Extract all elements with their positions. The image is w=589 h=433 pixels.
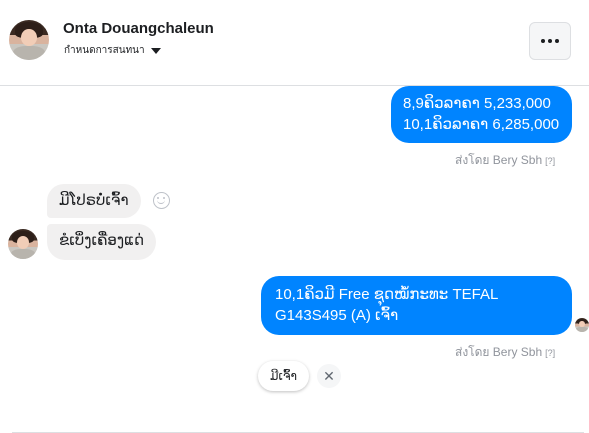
contact-avatar[interactable] <box>9 20 49 60</box>
smiley-icon[interactable] <box>153 192 170 209</box>
conversation-header: Onta Douangchaleun กำหนดการสนทนา <box>0 0 589 86</box>
close-icon[interactable]: ✕ <box>317 364 341 388</box>
message-line: G143S495 (A) ເຈົ້າ <box>275 307 399 324</box>
caret-down-icon <box>150 47 161 54</box>
conversation-options-dropdown[interactable]: กำหนดการสนทนา <box>64 43 161 58</box>
sent-by-label: ส่งโดย Bery Sbh [?] <box>455 153 556 167</box>
help-link[interactable]: [?] <box>545 156 555 166</box>
message-line: 10,1ຄິວມີ Free ຊຸດໝໍ້ກະທະ TEFAL <box>275 286 499 303</box>
quick-reply-button[interactable]: ມີເຈົ້າ <box>258 361 309 391</box>
contact-name[interactable]: Onta Douangchaleun <box>63 20 214 37</box>
contact-avatar-small[interactable] <box>8 229 38 259</box>
help-link[interactable]: [?] <box>545 348 555 358</box>
seen-indicator-avatar <box>575 318 589 332</box>
message-line: 8,9ຄິວລາຄາ 5,233,000 <box>403 95 551 112</box>
more-options-icon <box>541 39 545 43</box>
outgoing-message-bubble[interactable]: 10,1ຄິວມີ Free ຊຸດໝໍ້ກະທະ TEFAL G143S495… <box>261 276 572 335</box>
conversation-options-label: กำหนดการสนทนา <box>64 45 145 56</box>
incoming-message-bubble[interactable]: ຂໍເບິ່ງເຄື່ອງແດ່ <box>47 224 157 260</box>
sent-by-label: ส่งโดย Bery Sbh [?] <box>455 345 556 359</box>
more-options-button[interactable] <box>529 22 571 60</box>
message-line: 10,1ຄິວລາຄາ 6,285,000 <box>403 116 560 133</box>
outgoing-message-bubble[interactable]: 8,9ຄິວລາຄາ 5,233,000 10,1ຄິວລາຄາ 6,285,0… <box>391 86 572 143</box>
incoming-message-bubble[interactable]: ມີໂປຣບໍ່ເຈົ້າ <box>47 184 141 218</box>
